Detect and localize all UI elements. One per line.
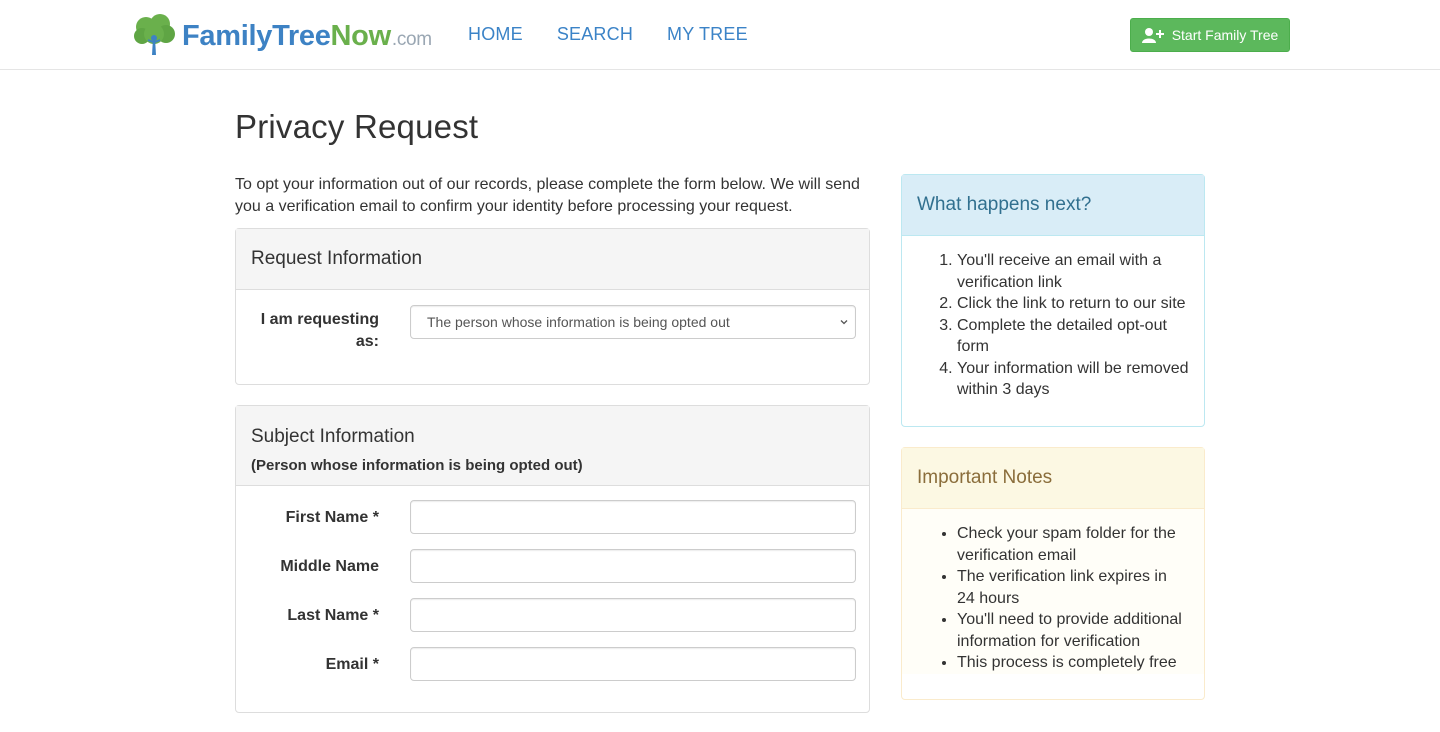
- notes-list: Check your spam folder for the verificat…: [917, 523, 1189, 674]
- list-item: The verification link expires in 24 hour…: [957, 566, 1189, 609]
- next-panel-body: You'll receive an email with a verificat…: [902, 236, 1204, 401]
- request-information-panel: Request Information I am requesting as: …: [235, 228, 870, 385]
- main-nav: HOME SEARCH MY TREE: [468, 24, 782, 45]
- requesting-as-select[interactable]: The person whose information is being op…: [410, 305, 856, 339]
- list-item: Your information will be removed within …: [957, 358, 1189, 401]
- logo-family: FamilyTree: [182, 20, 331, 52]
- list-item: This process is completely free: [957, 652, 1189, 674]
- top-navbar: FamilyTreeNow.com HOME SEARCH MY TREE St…: [0, 0, 1440, 70]
- subject-panel-heading: Subject Information (Person whose inform…: [236, 406, 869, 486]
- important-notes-panel: Important Notes Check your spam folder f…: [901, 447, 1205, 700]
- email-input[interactable]: [410, 647, 856, 681]
- first-name-input[interactable]: [410, 500, 856, 534]
- subject-panel-subtitle: (Person whose information is being opted…: [251, 457, 583, 474]
- chevron-down-icon: [840, 320, 848, 325]
- last-name-input[interactable]: [410, 598, 856, 632]
- logo-now: Now: [330, 20, 392, 52]
- last-name-label: Last Name *: [287, 605, 379, 627]
- start-family-tree-button[interactable]: Start Family Tree: [1130, 18, 1290, 52]
- notes-panel-title: Important Notes: [917, 467, 1053, 488]
- list-item: Click the link to return to our site: [957, 293, 1189, 315]
- nav-search[interactable]: SEARCH: [557, 24, 633, 45]
- next-steps-list: You'll receive an email with a verificat…: [917, 250, 1189, 401]
- what-happens-next-panel: What happens next? You'll receive an ema…: [901, 174, 1205, 427]
- add-user-icon: [1141, 27, 1164, 43]
- logo-text: FamilyTreeNow.com: [182, 20, 432, 56]
- list-item: You'll receive an email with a verificat…: [957, 250, 1189, 293]
- middle-name-input[interactable]: [410, 549, 856, 583]
- required-marker: *: [372, 607, 379, 624]
- request-panel-title: Request Information: [251, 248, 423, 269]
- list-item: Complete the detailed opt-out form: [957, 315, 1189, 358]
- first-name-label: First Name *: [286, 507, 379, 529]
- site-logo[interactable]: FamilyTreeNow.com: [134, 14, 432, 56]
- email-label: Email *: [326, 654, 379, 676]
- list-item: You'll need to provide additional inform…: [957, 609, 1189, 652]
- requesting-as-row: I am requesting as: The person whose inf…: [236, 305, 869, 365]
- list-item: Check your spam folder for the verificat…: [957, 523, 1189, 566]
- intro-text: To opt your information out of our recor…: [235, 176, 860, 215]
- required-marker: *: [372, 656, 379, 673]
- notes-panel-heading: Important Notes: [902, 448, 1204, 509]
- tree-icon: [134, 14, 175, 55]
- start-button-label: Start Family Tree: [1171, 27, 1279, 43]
- required-marker: *: [372, 509, 379, 526]
- logo-dotcom: .com: [391, 29, 432, 50]
- subject-information-panel: Subject Information (Person whose inform…: [235, 405, 870, 713]
- first-name-label-text: First Name: [285, 509, 369, 526]
- last-name-label-text: Last Name: [287, 607, 369, 624]
- page-title: Privacy Request: [235, 108, 479, 145]
- subject-panel-title: Subject Information: [251, 426, 415, 447]
- email-label-text: Email: [325, 656, 369, 673]
- nav-my-tree[interactable]: MY TREE: [667, 24, 748, 45]
- nav-home[interactable]: HOME: [468, 24, 523, 45]
- next-panel-heading: What happens next?: [902, 175, 1204, 236]
- notes-panel-body: Check your spam folder for the verificat…: [902, 509, 1204, 674]
- requesting-as-value: The person whose information is being op…: [427, 314, 730, 330]
- next-panel-title: What happens next?: [917, 194, 1092, 215]
- requesting-as-label: I am requesting as:: [260, 311, 379, 350]
- middle-name-label: Middle Name: [280, 558, 379, 575]
- request-panel-heading: Request Information: [236, 229, 869, 290]
